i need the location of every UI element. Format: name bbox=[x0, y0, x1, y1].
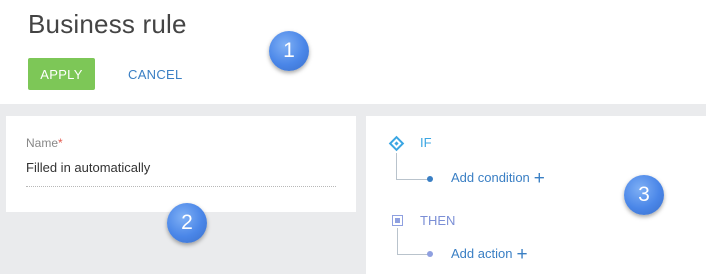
add-condition-link[interactable]: Add condition + bbox=[451, 169, 545, 188]
square-icon bbox=[392, 215, 403, 226]
name-field-underline bbox=[26, 186, 336, 187]
name-label-text: Name bbox=[26, 136, 59, 150]
page-title: Business rule bbox=[28, 9, 187, 39]
if-label: IF bbox=[420, 135, 432, 150]
apply-button[interactable]: APPLY bbox=[28, 58, 95, 90]
name-field-label: Name* bbox=[26, 136, 63, 150]
add-action-link[interactable]: Add action + bbox=[451, 245, 528, 264]
add-condition-label: Add condition bbox=[451, 170, 530, 185]
required-marker: * bbox=[58, 136, 63, 150]
diamond-icon bbox=[388, 135, 405, 152]
callout-badge-1: 1 bbox=[269, 31, 309, 71]
then-label: THEN bbox=[420, 213, 456, 228]
bullet-icon bbox=[427, 176, 433, 182]
header-bar: Business rule APPLY CANCEL bbox=[0, 0, 706, 104]
plus-icon[interactable]: + bbox=[534, 169, 545, 188]
name-field-value[interactable]: Filled in automatically bbox=[26, 160, 150, 175]
rule-properties-panel: Name* Filled in automatically bbox=[6, 116, 356, 212]
tree-connector bbox=[397, 254, 428, 255]
callout-badge-2: 2 bbox=[167, 203, 207, 243]
plus-icon[interactable]: + bbox=[516, 245, 527, 264]
callout-badge-3: 3 bbox=[624, 175, 664, 215]
tree-connector bbox=[397, 228, 398, 254]
tree-connector bbox=[396, 153, 397, 179]
tree-connector bbox=[396, 179, 428, 180]
bullet-icon bbox=[427, 251, 433, 257]
cancel-button[interactable]: CANCEL bbox=[115, 58, 205, 90]
add-action-label: Add action bbox=[451, 246, 513, 261]
